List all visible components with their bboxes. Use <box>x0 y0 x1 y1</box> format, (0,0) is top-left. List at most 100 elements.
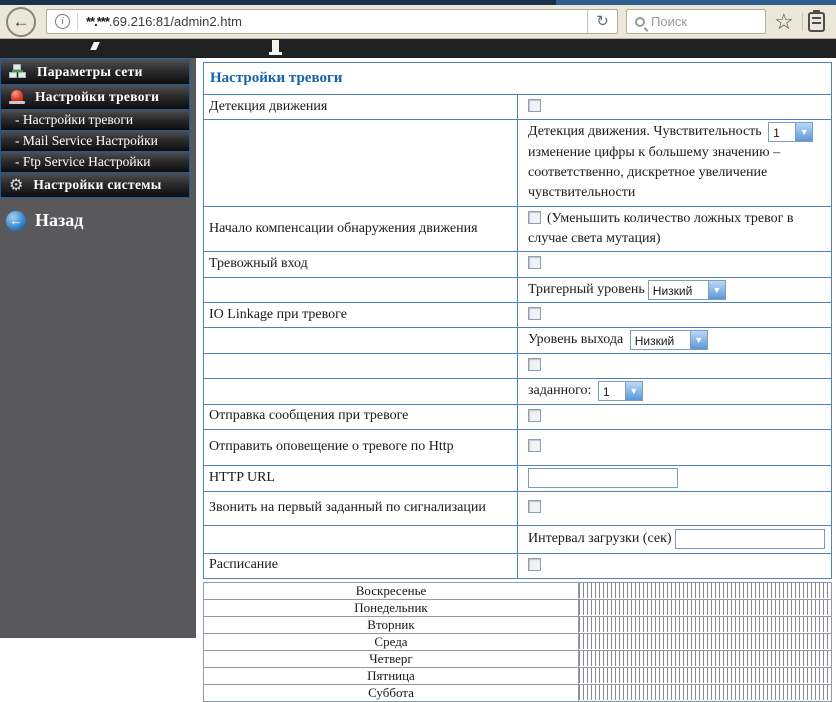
gear-icon: ⚙ <box>9 175 24 194</box>
row-label: Звонить на первый заданный по сигнализац… <box>203 490 518 526</box>
row-control-cell: Детекция движения. Чувствительность 1 ▼ и… <box>517 119 832 207</box>
schedule-time-grid[interactable] <box>579 617 831 633</box>
sidebar-item-mail-service-settings[interactable]: - Mail Service Настройки <box>0 130 190 152</box>
upload-interval-input[interactable] <box>675 528 826 549</box>
settings-row-motion-compensation: Начало компенсации обнаружения движения (… <box>203 205 832 253</box>
settings-row-trigger-level: Тригерный уровень Низкий ▼ <box>203 276 832 304</box>
search-icon <box>635 16 645 27</box>
sensitivity-select[interactable]: 1 ▼ <box>768 122 814 143</box>
http-url-input[interactable] <box>528 468 678 489</box>
sidebar-item-network-settings[interactable]: Параметры сети <box>0 59 190 85</box>
schedule-day-label: Четверг <box>203 649 579 668</box>
url-divider <box>77 13 78 30</box>
schedule-time-grid[interactable] <box>579 651 831 667</box>
preset-number-select[interactable]: 1 ▼ <box>597 381 643 402</box>
row-label <box>203 524 518 554</box>
alarm-icon <box>9 89 25 105</box>
reading-list-icon[interactable] <box>808 10 825 32</box>
row-control-cell <box>517 429 832 467</box>
settings-row-http-url: HTTP URL <box>203 465 832 492</box>
schedule-grid-cell <box>578 683 832 702</box>
schedule-time-grid[interactable] <box>579 583 831 599</box>
row-label: Тревожный вход <box>203 251 518 278</box>
sidebar-item-label: Настройки тревоги <box>35 89 160 104</box>
dropdown-arrow-icon[interactable]: ▼ <box>624 382 642 401</box>
page-header-band <box>0 39 836 58</box>
settings-row-http-notify: Отправить оповещение о тревоге по Http <box>203 429 832 467</box>
schedule-time-grid[interactable] <box>579 600 831 616</box>
dropdown-arrow-icon[interactable]: ▼ <box>689 331 707 350</box>
motion-detection-checkbox[interactable] <box>528 99 541 112</box>
row-text: Детекция движения. Чувствительность <box>528 124 766 140</box>
send-message-checkbox[interactable] <box>528 408 541 422</box>
row-label: HTTP URL <box>203 465 518 492</box>
row-note: (Уменьшить количество ложных тревог в сл… <box>528 210 794 246</box>
alarm-call-checkbox[interactable] <box>528 499 541 513</box>
row-control-cell: Уровень выхода Низкий ▼ <box>517 327 832 354</box>
back-button[interactable]: ← <box>6 7 36 37</box>
schedule-row: Среда <box>203 632 832 651</box>
preset-enable-checkbox[interactable] <box>528 357 541 371</box>
schedule-time-grid[interactable] <box>579 668 831 684</box>
reload-icon[interactable]: ↻ <box>587 10 617 33</box>
row-control-cell: Интервал загрузки (сек) <box>517 524 832 554</box>
settings-row-alarm-input: Тревожный вход <box>203 251 832 278</box>
trigger-level-select[interactable]: Низкий ▼ <box>647 279 726 300</box>
sidebar-item-back[interactable]: ← Назад <box>0 210 196 231</box>
sidebar-menu: Параметры сети Настройки тревоги - Настрой… <box>0 58 196 198</box>
row-label <box>203 276 518 304</box>
row-text: Тригерный уровень <box>528 281 645 297</box>
sidebar-item-alarm-settings[interactable]: Настройки тревоги <box>0 84 190 110</box>
trigger-level-select-value: Низкий <box>652 283 693 298</box>
schedule-grid-cell <box>578 581 832 600</box>
schedule-table: Воскресенье Понедельник Вторник Среда Четвер… <box>203 581 832 702</box>
schedule-time-grid[interactable] <box>579 634 831 650</box>
url-redacted: **.*** <box>86 14 110 29</box>
http-notify-checkbox[interactable] <box>528 439 541 453</box>
schedule-day-label: Суббота <box>203 683 579 702</box>
search-placeholder: Поиск <box>651 14 688 29</box>
sidebar-item-alarm-settings-sub[interactable]: - Настройки тревоги <box>0 109 190 131</box>
sidebar-item-label: - Ftp Service Настройки <box>15 154 151 169</box>
row-label <box>203 327 518 354</box>
site-info-icon[interactable]: i <box>55 14 70 29</box>
settings-row-sensitivity: Детекция движения. Чувствительность 1 ▼ и… <box>203 119 832 207</box>
row-control-cell: Тригерный уровень Низкий ▼ <box>517 276 832 304</box>
row-control-cell <box>517 93 832 121</box>
motion-compensation-checkbox[interactable] <box>528 210 541 224</box>
row-control-cell <box>517 490 832 526</box>
dropdown-arrow-icon[interactable]: ▼ <box>795 123 813 142</box>
url-bar[interactable]: i **.***.69.216:81/admin2.htm ↻ <box>46 9 618 34</box>
row-control-cell: (Уменьшить количество ложных тревог в сл… <box>517 205 832 253</box>
schedule-grid-cell <box>578 666 832 685</box>
preset-number-select-value: 1 <box>602 385 610 400</box>
url-text[interactable]: **.***.69.216:81/admin2.htm <box>86 14 587 29</box>
io-linkage-checkbox[interactable] <box>528 307 541 321</box>
schedule-day-label: Вторник <box>203 615 579 634</box>
schedule-row: Суббота <box>203 683 832 702</box>
schedule-day-label: Среда <box>203 632 579 651</box>
search-input[interactable]: Поиск <box>626 9 766 34</box>
back-label: Назад <box>35 210 84 230</box>
row-label <box>203 378 518 405</box>
settings-row-preset-number: заданного: 1 ▼ <box>203 378 832 405</box>
bookmark-star-icon[interactable]: ☆ <box>774 8 794 36</box>
settings-row-motion-detection: Детекция движения <box>203 93 832 121</box>
row-control-cell <box>517 352 832 380</box>
schedule-time-grid[interactable] <box>579 685 831 701</box>
schedule-row: Пятница <box>203 666 832 685</box>
sensitivity-select-value: 1 <box>773 126 780 141</box>
schedule-checkbox[interactable] <box>528 557 541 571</box>
output-level-select[interactable]: Низкий ▼ <box>629 330 708 351</box>
sidebar-item-ftp-service-settings[interactable]: - Ftp Service Настройки <box>0 151 190 173</box>
page-title: Настройки тревоги <box>203 62 832 95</box>
settings-row-alarm-call: Звонить на первый заданный по сигнализац… <box>203 490 832 526</box>
alarm-input-checkbox[interactable] <box>528 256 541 270</box>
schedule-row: Воскресенье <box>203 581 832 600</box>
alarm-settings-table: Настройки тревоги Детекция движения Дете… <box>203 62 832 579</box>
sidebar-item-system-settings[interactable]: ⚙ Настройки системы <box>0 172 190 198</box>
row-text: изменение цифры к большему значению – со… <box>528 144 781 201</box>
settings-row-schedule: Расписание <box>203 552 832 579</box>
sidebar: Параметры сети Настройки тревоги - Настрой… <box>0 58 196 638</box>
dropdown-arrow-icon[interactable]: ▼ <box>707 280 725 299</box>
